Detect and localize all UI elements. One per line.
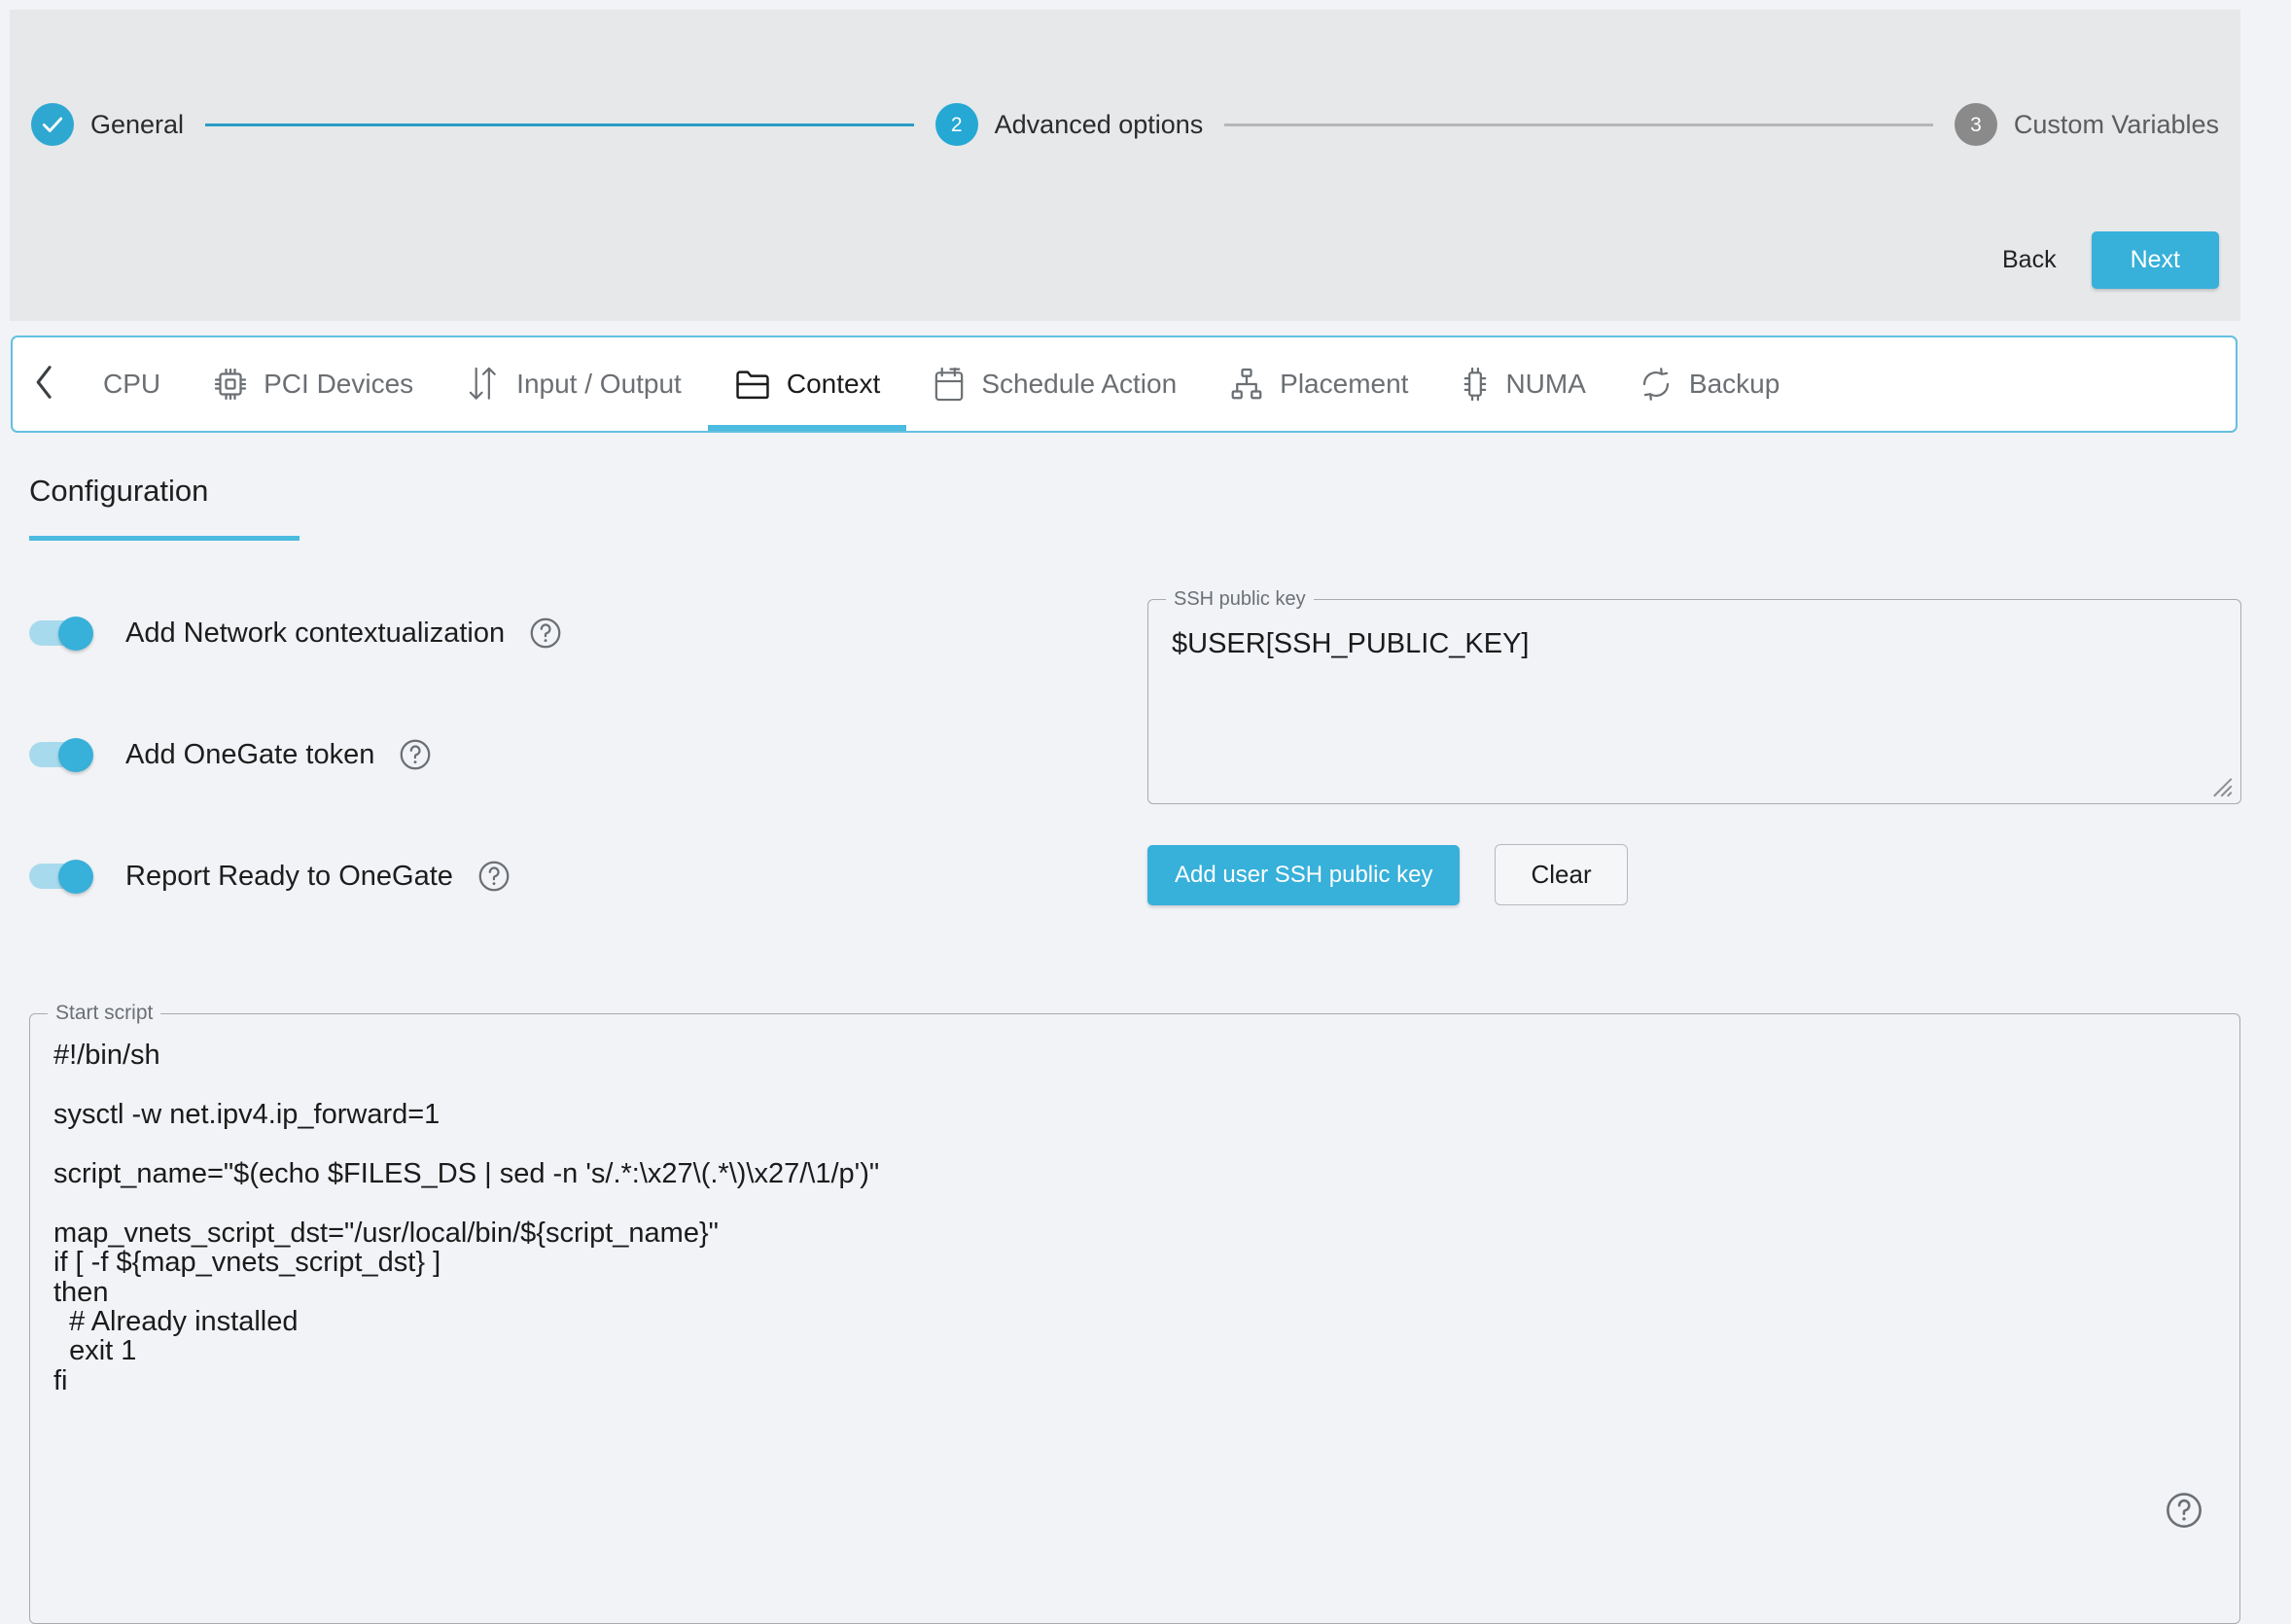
ssh-public-key-legend: SSH public key: [1174, 588, 1306, 610]
toggle-label-add-onegate-token: Add OneGate token: [125, 738, 375, 770]
tab-cpu[interactable]: CPU: [77, 337, 187, 431]
configuration-heading-underline: [29, 536, 300, 541]
toggle-report-ready-to-onegate[interactable]: [29, 860, 103, 894]
help-icon[interactable]: [476, 859, 511, 894]
tab-context[interactable]: Context: [707, 337, 907, 431]
step-advanced-options[interactable]: 2 Advanced options: [934, 103, 1204, 146]
ssh-public-key-field: SSH public key: [1147, 588, 2241, 804]
tab-cpu-label: CPU: [103, 369, 161, 399]
arrows-updown-icon: [466, 366, 501, 403]
toggle-row-add-onegate-token: Add OneGate token: [29, 724, 563, 785]
step-number: 3: [1970, 113, 1982, 136]
toggle-label-report-ready-to-onegate: Report Ready to OneGate: [125, 860, 453, 892]
step-connector-2: [1224, 123, 1933, 126]
configuration-heading: Configuration: [29, 474, 209, 508]
help-icon[interactable]: [528, 616, 563, 651]
tab-numa-label: NUMA: [1505, 369, 1586, 399]
tab-schedule-action[interactable]: Schedule Action: [906, 337, 1203, 431]
tab-bar: CPU PCI Devices Input / Output Context S…: [11, 335, 2238, 433]
configuration-toggle-list: Add Network contextualization Add OneGat…: [29, 603, 563, 968]
chip-icon: [213, 367, 248, 402]
back-button[interactable]: Back: [1989, 236, 2070, 284]
start-script-legend: Start script: [55, 1002, 154, 1024]
step-advanced-circle: 2: [934, 103, 978, 146]
toggle-label-add-network-contextualization: Add Network contextualization: [125, 617, 506, 649]
step-custom-circle: 3: [1954, 103, 1997, 146]
numa-chip-icon: [1461, 366, 1490, 403]
tab-input-output-label: Input / Output: [516, 369, 682, 399]
wizard-actions: Back Next: [1989, 231, 2219, 289]
step-connector-1: [205, 123, 914, 126]
step-custom-label: Custom Variables: [2013, 109, 2219, 139]
next-button[interactable]: Next: [2091, 231, 2219, 289]
clear-button[interactable]: Clear: [1495, 844, 1628, 905]
wizard-header: General 2 Advanced options 3 Custom Vari…: [10, 10, 2240, 321]
chevron-left-icon: [34, 365, 55, 404]
tab-context-label: Context: [786, 369, 881, 399]
tab-schedule-action-label: Schedule Action: [981, 369, 1178, 399]
folder-icon: [734, 368, 771, 401]
toggle-knob: [58, 617, 93, 651]
tab-input-output[interactable]: Input / Output: [440, 337, 708, 431]
check-icon: [40, 112, 65, 137]
tab-pci-devices[interactable]: PCI Devices: [187, 337, 440, 431]
tab-placement[interactable]: Placement: [1203, 337, 1434, 431]
start-script-input[interactable]: [30, 1025, 2239, 1623]
step-advanced-label: Advanced options: [994, 109, 1204, 139]
wizard-stepper: General 2 Advanced options 3 Custom Vari…: [31, 97, 2219, 152]
step-general-circle: [31, 103, 74, 146]
ssh-key-actions: Add user SSH public key Clear: [1147, 844, 1628, 905]
start-script-field: Start script: [29, 1002, 2240, 1624]
sitemap-icon: [1229, 367, 1264, 402]
tab-numa[interactable]: NUMA: [1434, 337, 1611, 431]
help-icon[interactable]: [2164, 1490, 2204, 1531]
toggle-add-onegate-token[interactable]: [29, 738, 103, 772]
add-user-ssh-public-key-button[interactable]: Add user SSH public key: [1147, 844, 1461, 905]
step-general[interactable]: General: [31, 103, 184, 146]
tabs-scroll-left-button[interactable]: [13, 337, 77, 431]
calendar-icon: [933, 366, 966, 403]
ssh-public-key-input[interactable]: [1148, 611, 2240, 803]
toggle-row-add-network-contextualization: Add Network contextualization: [29, 603, 563, 663]
refresh-icon: [1639, 367, 1674, 402]
toggle-add-network-contextualization[interactable]: [29, 617, 103, 651]
tab-pci-devices-label: PCI Devices: [264, 369, 414, 399]
help-icon[interactable]: [398, 737, 433, 772]
tab-backup-label: Backup: [1688, 369, 1780, 399]
toggle-knob: [58, 860, 93, 894]
step-custom-variables[interactable]: 3 Custom Variables: [1954, 103, 2219, 146]
toggle-row-report-ready-to-onegate: Report Ready to OneGate: [29, 846, 563, 906]
tab-placement-label: Placement: [1280, 369, 1409, 399]
toggle-knob: [58, 738, 93, 772]
step-general-label: General: [90, 109, 185, 139]
step-number: 2: [950, 113, 963, 136]
tab-backup[interactable]: Backup: [1612, 337, 1806, 431]
